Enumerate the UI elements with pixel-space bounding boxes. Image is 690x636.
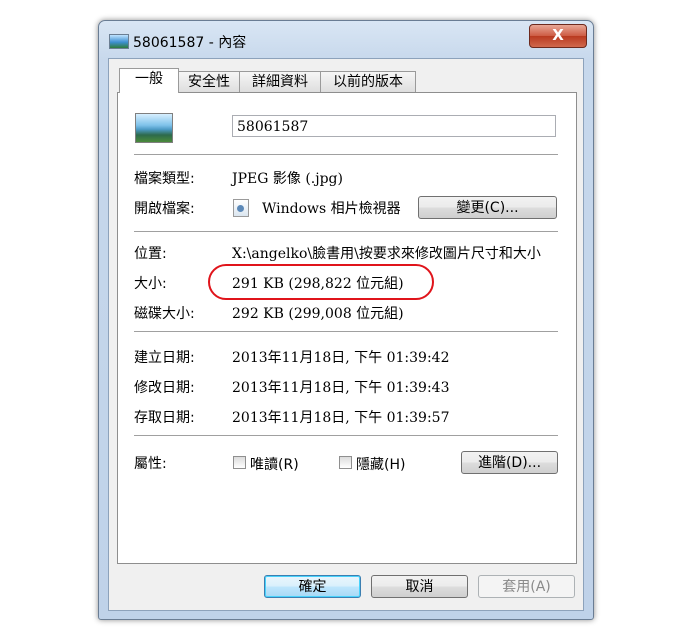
general-panel: 58061587 檔案類型: JPEG 影像 (.jpg) 開啟檔案: Wind…: [117, 92, 577, 564]
file-type-label: 檔案類型:: [134, 171, 195, 187]
opens-with-value: Windows 相片檢視器: [262, 201, 401, 217]
created-label: 建立日期:: [134, 350, 195, 366]
tab-security[interactable]: 安全性: [178, 71, 240, 92]
attributes-label: 屬性:: [134, 456, 167, 472]
readonly-label[interactable]: 唯讀(R): [250, 454, 299, 474]
tab-general[interactable]: 一般: [119, 68, 179, 93]
close-button[interactable]: X: [529, 24, 587, 48]
hidden-checkbox[interactable]: [339, 456, 352, 469]
readonly-checkbox[interactable]: [233, 456, 246, 469]
modified-label: 修改日期:: [134, 380, 195, 396]
dialog-body: 一般 安全性 詳細資料 以前的版本 58061587 檔案類型: JPEG 影像…: [108, 58, 584, 611]
tab-previous-versions[interactable]: 以前的版本: [320, 71, 416, 92]
cancel-button[interactable]: 取消: [371, 575, 468, 598]
size-on-disk-value: 292 KB (299,008 位元組): [232, 306, 404, 322]
divider: [134, 231, 558, 233]
tab-details[interactable]: 詳細資料: [239, 71, 321, 92]
hidden-label[interactable]: 隱藏(H): [356, 454, 405, 474]
location-value: X:\angelko\臉書用\按要求來修改圖片尺寸和大小: [232, 246, 541, 262]
change-button[interactable]: 變更(C)...: [418, 196, 557, 219]
opens-with-label: 開啟檔案:: [134, 201, 195, 217]
title-bar[interactable]: 58061587 - 內容 X: [99, 21, 593, 57]
size-highlight-ellipse: [208, 264, 434, 300]
accessed-label: 存取日期:: [134, 410, 195, 426]
advanced-button[interactable]: 進階(D)...: [461, 451, 558, 474]
ok-button[interactable]: 確定: [264, 575, 361, 598]
properties-window: 58061587 - 內容 X 一般 安全性 詳細資料 以前的版本 580615…: [98, 20, 594, 620]
file-name-input[interactable]: 58061587: [232, 115, 556, 137]
divider: [134, 331, 558, 333]
image-thumbnail-icon: [135, 113, 173, 143]
photo-viewer-icon: [233, 199, 249, 217]
divider: [134, 154, 558, 156]
size-label: 大小:: [134, 276, 167, 292]
window-title: 58061587 - 內容: [133, 35, 247, 51]
size-on-disk-label: 磁碟大小:: [134, 306, 195, 322]
location-label: 位置:: [134, 246, 167, 262]
accessed-value: 2013年11月18日, 下午 01:39:57: [232, 410, 450, 426]
divider: [134, 435, 558, 437]
created-value: 2013年11月18日, 下午 01:39:42: [232, 350, 450, 366]
image-file-icon: [109, 34, 129, 49]
modified-value: 2013年11月18日, 下午 01:39:43: [232, 380, 450, 396]
file-type-value: JPEG 影像 (.jpg): [232, 171, 343, 187]
apply-button[interactable]: 套用(A): [478, 575, 575, 598]
